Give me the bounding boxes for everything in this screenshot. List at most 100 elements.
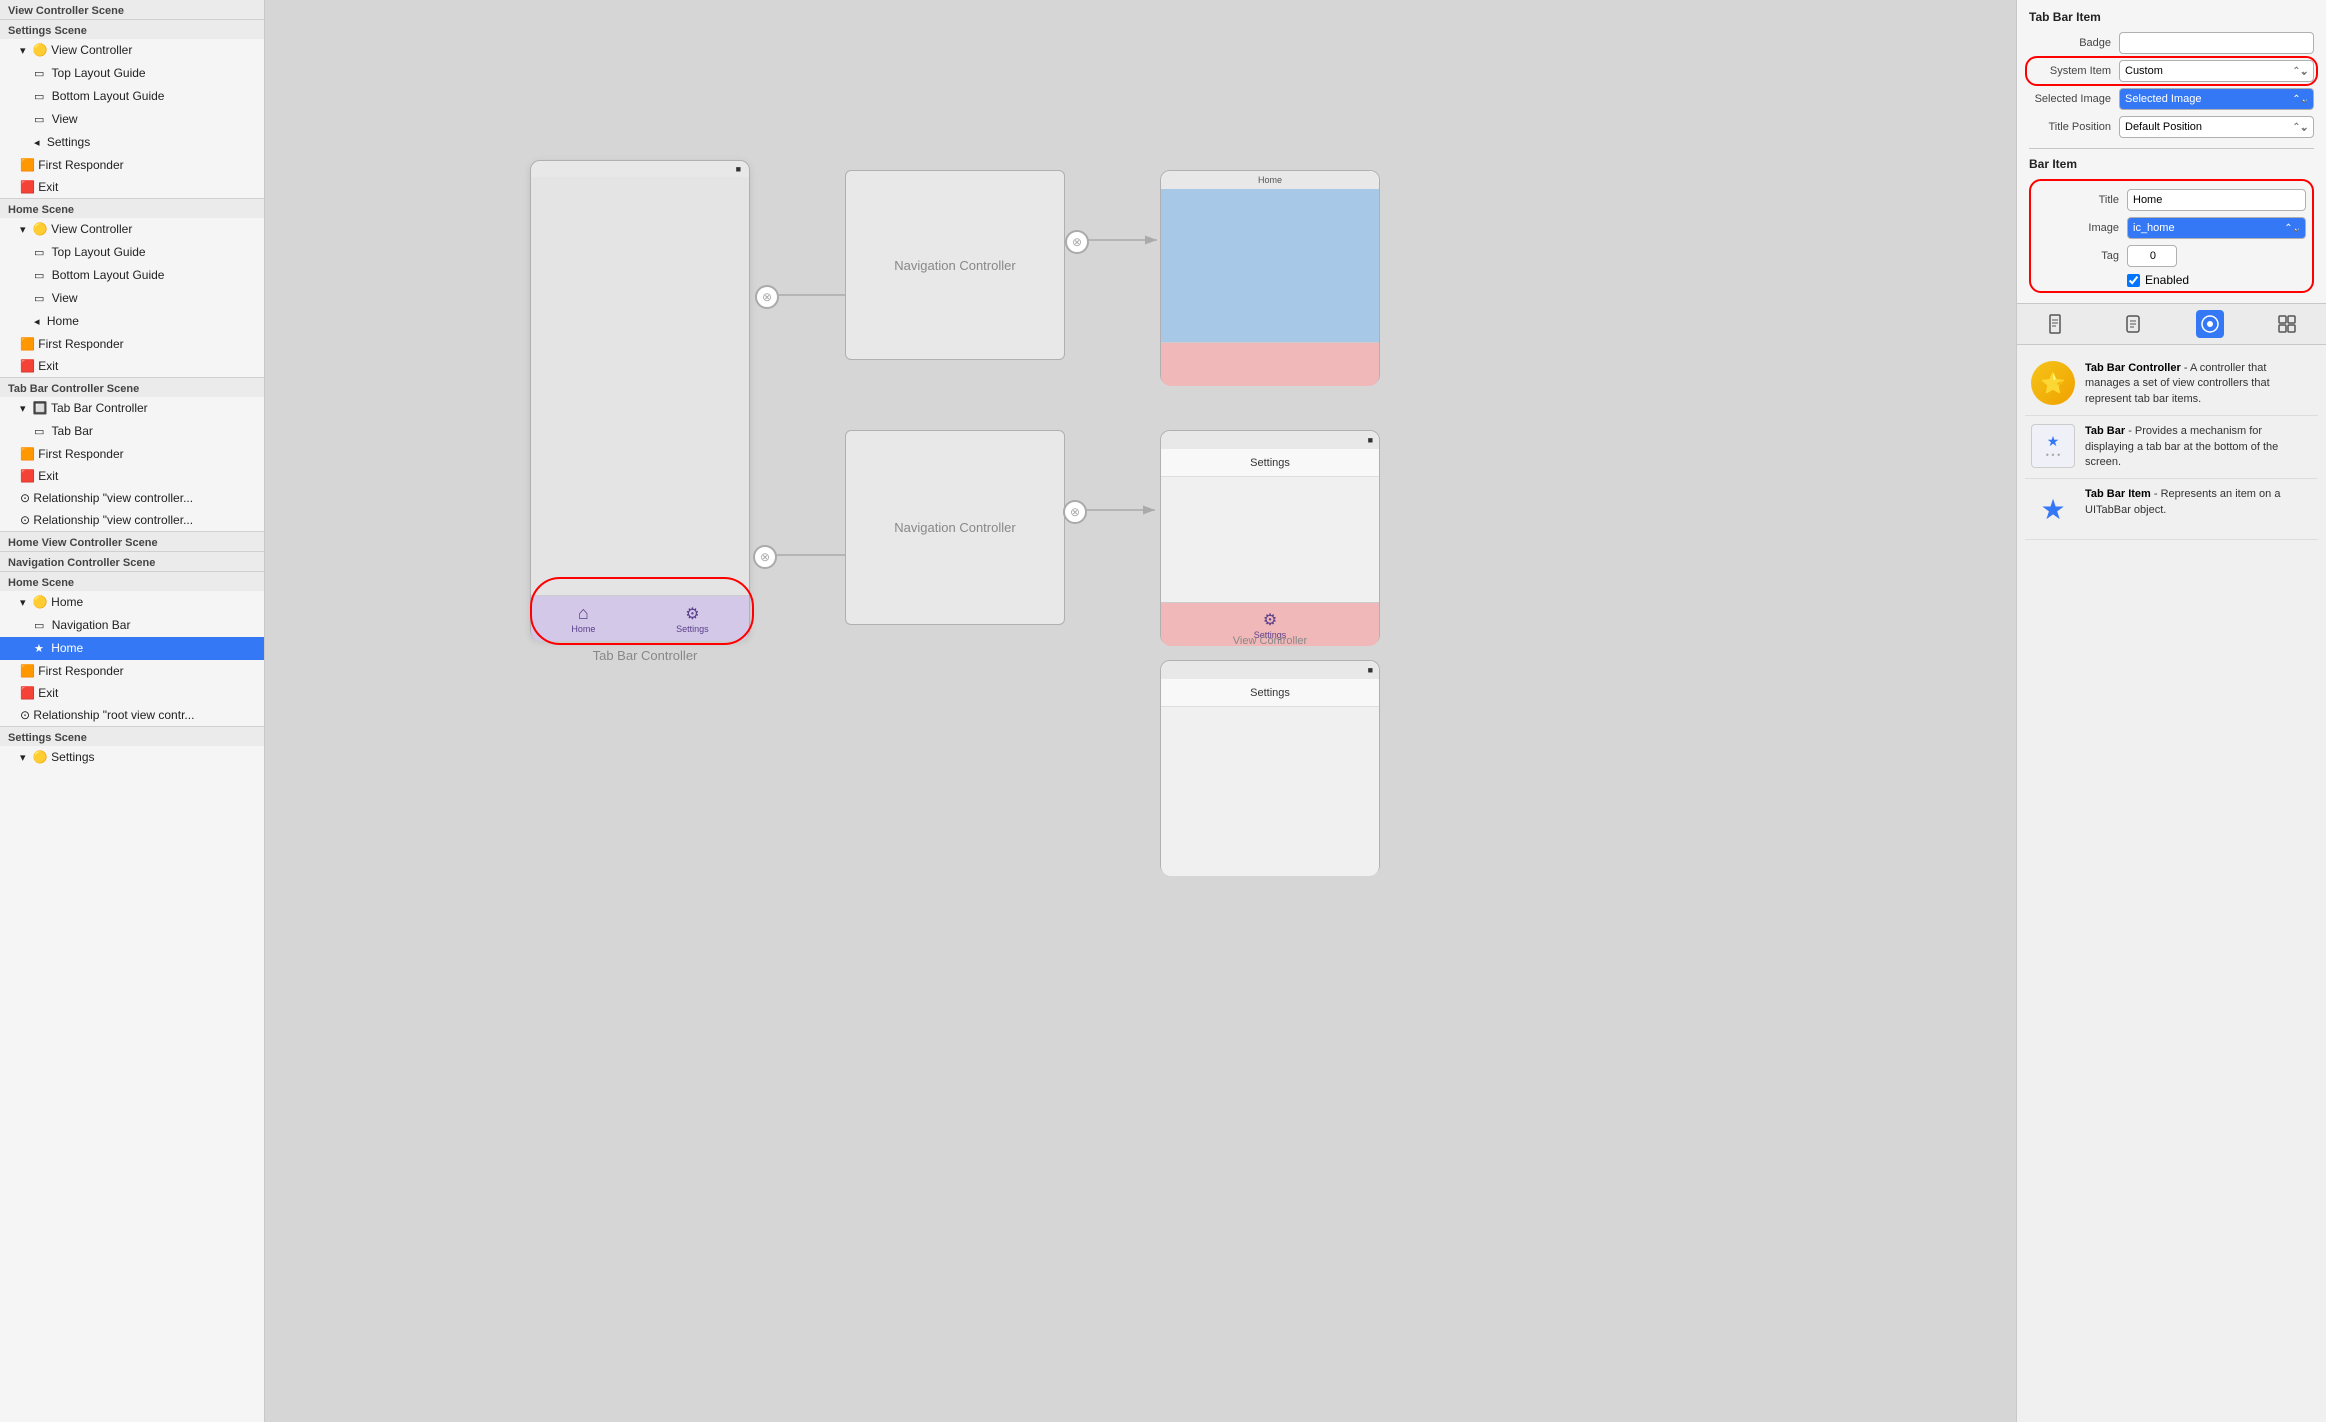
connections-icon	[2200, 314, 2220, 334]
desc-tab-bar-item: ★ Tab Bar Item - Represents an item on a…	[2025, 479, 2318, 540]
tree-home-item[interactable]: ◂ Home	[0, 310, 264, 333]
desc-tbi-text: Tab Bar Item - Represents an item on a U…	[2085, 487, 2312, 518]
desc-tbc-text: Tab Bar Controller - A controller that m…	[2085, 361, 2312, 407]
selected-image-select[interactable]: Selected Image	[2119, 88, 2314, 110]
title-position-wrapper: Default Position Above Image Below Image…	[2119, 116, 2314, 138]
desc-tbc-icon: ⭐	[2031, 361, 2075, 405]
tree-fr-home[interactable]: 🟧 First Responder	[0, 333, 264, 355]
connector-circle-3: ⊗	[753, 545, 777, 569]
title-position-label: Title Position	[2029, 121, 2119, 133]
tree-exit-home-bottom[interactable]: 🟥 Exit	[0, 682, 264, 704]
expand-icon: ▾	[20, 45, 26, 57]
layout-icon: ▭	[34, 68, 44, 80]
tree-fr-tbc[interactable]: 🟧 First Responder	[0, 443, 264, 465]
vc-phone-label: View Controller	[1160, 635, 1380, 647]
file-icon	[2048, 314, 2064, 334]
tbc-tabbar: ⌂ Home ⚙ Settings	[531, 595, 749, 641]
section-tab-bar-controller: Tab Bar Controller Scene	[0, 377, 264, 397]
settings-content	[1161, 477, 1379, 602]
settings-phone: ■ Settings ⚙ Settings	[1160, 430, 1380, 645]
section-view-controller-scene: View Controller Scene	[0, 0, 264, 19]
view-controller-icon: 🟡	[33, 43, 48, 57]
tree-fr-home-bottom[interactable]: 🟧 First Responder	[0, 660, 264, 682]
tag-label: Tag	[2037, 250, 2127, 262]
image-field-label: Image	[2037, 222, 2127, 234]
tree-exit-tbc[interactable]: 🟥 Exit	[0, 465, 264, 487]
tree-navigation-bar[interactable]: ▭ Navigation Bar	[0, 614, 264, 637]
title-position-select[interactable]: Default Position Above Image Below Image	[2119, 116, 2314, 138]
inspector-top: Tab Bar Item Badge System Item Custom Mo…	[2017, 0, 2326, 304]
title-row: Title	[2037, 189, 2306, 211]
fr-icon: 🟧	[20, 158, 35, 172]
sidebar: View Controller Scene Settings Scene ▾ 🟡…	[0, 0, 265, 1422]
vc-content	[1161, 707, 1379, 876]
icon-tab-inspector[interactable]	[2119, 310, 2147, 338]
system-item-row: System Item Custom More Favorites ⌃⌄	[2029, 60, 2314, 82]
tree-tab-bar-controller[interactable]: ▾ 🔲 Tab Bar Controller	[0, 397, 264, 420]
system-item-label: System Item	[2029, 65, 2119, 77]
inspector-icon	[2125, 314, 2141, 334]
vc-icon-2: 🟡	[33, 222, 48, 236]
library-icon	[2277, 314, 2297, 334]
vc-nav-bar: Settings	[1161, 679, 1379, 707]
tree-settings-item[interactable]: ◂ Settings	[0, 131, 264, 154]
tree-settings-bottom[interactable]: ▾ 🟡 Settings	[0, 746, 264, 769]
desc-tbi-icon: ★	[2031, 487, 2075, 531]
tree-bottom-layout-home[interactable]: ▭ Bottom Layout Guide	[0, 264, 264, 287]
home-tab-label: Home	[571, 624, 595, 634]
tree-rel-1[interactable]: ⊙ Relationship "view controller...	[0, 487, 264, 509]
layout-icon-2: ▭	[34, 91, 44, 103]
tbc-tab-home[interactable]: ⌂ Home	[571, 603, 595, 634]
tree-bottom-layout[interactable]: ▭ Bottom Layout Guide	[0, 85, 264, 108]
tree-first-responder-settings[interactable]: 🟧 First Responder	[0, 154, 264, 176]
enabled-checkbox[interactable]	[2127, 274, 2140, 287]
system-item-select[interactable]: Custom More Favorites	[2119, 60, 2314, 82]
bar-item-section: Bar Item Title Image ic_home ⌃⌄	[2029, 148, 2314, 293]
connector-circle-2: ⊗	[1065, 230, 1089, 254]
icon-tab-library[interactable]	[2273, 310, 2301, 338]
tag-row: Tag	[2037, 245, 2306, 267]
nav-controller-2: Navigation Controller	[845, 430, 1065, 625]
tree-home-selected[interactable]: ★ Home	[0, 637, 264, 660]
section-settings-scene-top: Settings Scene	[0, 19, 264, 39]
home-phone-content	[1161, 189, 1379, 342]
tree-rel-2[interactable]: ⊙ Relationship "view controller...	[0, 509, 264, 531]
tree-view-controller-settings[interactable]: ▾ 🟡 View Controller	[0, 39, 264, 62]
icon-tab-file[interactable]	[2042, 310, 2070, 338]
image-select[interactable]: ic_home	[2127, 217, 2306, 239]
tree-top-layout[interactable]: ▭ Top Layout Guide	[0, 62, 264, 85]
exit-icon: 🟥	[20, 180, 35, 194]
badge-label: Badge	[2029, 37, 2119, 49]
settings-tab-icon: ⚙	[685, 604, 699, 624]
descriptions: ⭐ Tab Bar Controller - A controller that…	[2017, 345, 2326, 1422]
settings-status-bar: ■	[1161, 431, 1379, 449]
tree-tab-bar[interactable]: ▭ Tab Bar	[0, 420, 264, 443]
tbc-status-bar: ■	[531, 161, 749, 177]
tree-view-controller-home[interactable]: ▾ 🟡 View Controller	[0, 218, 264, 241]
selected-image-label: Selected Image	[2029, 93, 2119, 105]
expand-icon-2: ▾	[20, 224, 26, 236]
tree-exit-settings[interactable]: 🟥 Exit	[0, 176, 264, 198]
system-item-select-wrapper: Custom More Favorites ⌃⌄	[2119, 60, 2314, 82]
tree-home-nav[interactable]: ▾ 🟡 Home	[0, 591, 264, 614]
tree-top-layout-home[interactable]: ▭ Top Layout Guide	[0, 241, 264, 264]
tree-view-home[interactable]: ▭ View	[0, 287, 264, 310]
section-nav-controller: Navigation Controller Scene	[0, 551, 264, 571]
canvas: ■ ⌂ Home ⚙ Settings Tab Bar Controller ⊗	[265, 0, 2016, 1422]
title-field[interactable]	[2127, 189, 2306, 211]
tree-view-settings[interactable]: ▭ View	[0, 108, 264, 131]
tag-input[interactable]	[2127, 245, 2177, 267]
tree-exit-home[interactable]: 🟥 Exit	[0, 355, 264, 377]
settings-tab-label: Settings	[676, 624, 709, 634]
tree-rel-root[interactable]: ⊙ Relationship "root view contr...	[0, 704, 264, 726]
badge-row: Badge	[2029, 32, 2314, 54]
section-settings-bottom: Settings Scene	[0, 726, 264, 746]
connector-circle-4: ⊗	[1063, 500, 1087, 524]
tbc-tab-settings[interactable]: ⚙ Settings	[676, 604, 709, 634]
badge-input[interactable]	[2119, 32, 2314, 54]
title-position-row: Title Position Default Position Above Im…	[2029, 116, 2314, 138]
home-phone-header: Home	[1161, 171, 1379, 189]
icon-tab-connections[interactable]	[2196, 310, 2224, 338]
enabled-row: Enabled	[2127, 273, 2306, 287]
inspector-section-title: Tab Bar Item	[2029, 10, 2314, 24]
